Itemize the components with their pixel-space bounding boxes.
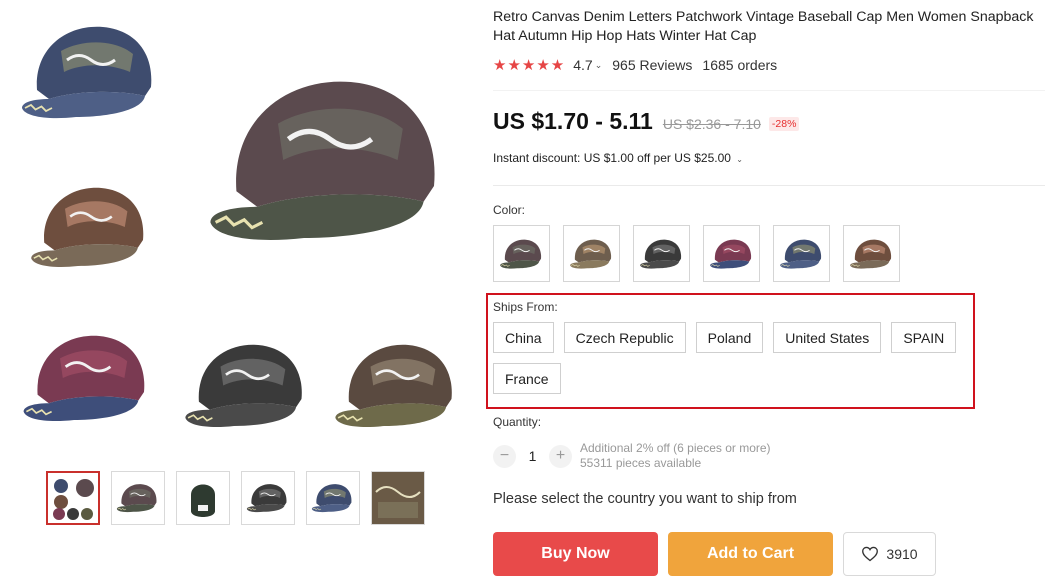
color-swatch-navy[interactable] [773, 225, 830, 282]
cap-swatch-icon [708, 235, 756, 273]
ship-option-spain[interactable]: SPAIN [891, 322, 957, 353]
ship-option-poland[interactable]: Poland [695, 322, 764, 353]
bulk-offer-text: Additional 2% off (6 pieces or more) [580, 441, 771, 455]
cap-back-icon [191, 484, 215, 517]
cap-image-wine [18, 318, 158, 438]
current-price: US $1.70 - 5.11 [493, 108, 653, 134]
ship-option-china[interactable]: China [493, 322, 554, 353]
ship-country-notice: Please select the country you want to sh… [493, 491, 797, 507]
color-swatch-wine[interactable] [703, 225, 760, 282]
cap-swatch-icon [778, 235, 826, 273]
ships-from-label: Ships From: [493, 300, 558, 314]
quantity-label: Quantity: [493, 415, 542, 429]
color-label: Color: [493, 203, 526, 217]
cap-swatch-icon [848, 235, 896, 273]
color-swatch-khaki[interactable] [563, 225, 620, 282]
divider [493, 185, 1045, 186]
quantity-value[interactable]: 1 [516, 448, 549, 464]
thumbnail-collage-icon [53, 479, 94, 520]
divider [493, 90, 1045, 91]
wishlist-button[interactable]: 3910 [843, 532, 936, 576]
color-swatch-coffee[interactable] [843, 225, 900, 282]
instant-discount-text: Instant discount: US $1.00 off per US $2… [493, 151, 731, 165]
buy-now-button[interactable]: Buy Now [493, 532, 658, 576]
ship-option-france[interactable]: France [493, 363, 561, 394]
thumbnail-3[interactable] [176, 471, 230, 525]
cap-closeup-icon [372, 472, 424, 524]
thumbnail-6[interactable] [371, 471, 425, 525]
cap-image-navy [16, 12, 166, 132]
color-swatch-black[interactable] [633, 225, 690, 282]
instant-discount[interactable]: Instant discount: US $1.00 off per US $2… [493, 151, 743, 165]
heart-icon [862, 546, 879, 562]
cap-swatch-icon [498, 235, 546, 273]
ship-option-united-states[interactable]: United States [773, 322, 882, 353]
cap-thumb-icon [115, 479, 161, 517]
cap-swatch-icon [638, 235, 686, 273]
original-price: US $2.36 - 7.10 [662, 116, 761, 132]
price-row: US $1.70 - 5.11 US $2.36 - 7.10 -28% [493, 108, 800, 135]
discount-badge: -28% [768, 117, 800, 131]
color-swatch-olive[interactable] [493, 225, 550, 282]
thumbnail-strip [46, 471, 425, 525]
cap-thumb-icon [310, 479, 356, 517]
chevron-down-icon[interactable]: ⌄ [595, 60, 603, 71]
quantity-decrease-button[interactable]: − [493, 444, 516, 468]
rating-stars: ★★★★★ [493, 57, 566, 74]
product-gallery [0, 0, 470, 585]
thumbnail-2[interactable] [111, 471, 165, 525]
wishlist-count: 3910 [886, 546, 918, 562]
rating-row: ★★★★★ 4.7 ⌄ 965 Reviews 1685 orders [493, 56, 777, 74]
rating-score[interactable]: 4.7 [573, 57, 592, 73]
ship-option-czech-republic[interactable]: Czech Republic [563, 322, 686, 353]
stock-available-text: 55311 pieces available [580, 456, 702, 470]
chevron-down-icon: ⌄ [736, 155, 743, 164]
reviews-link[interactable]: 965 Reviews [612, 57, 692, 73]
cap-image-olive [330, 328, 465, 443]
thumbnail-1[interactable] [46, 471, 100, 525]
thumbnail-5[interactable] [306, 471, 360, 525]
quantity-stepper: − 1 + Additional 2% off (6 pieces or mor… [493, 441, 771, 471]
quantity-info: Additional 2% off (6 pieces or more) 553… [580, 441, 771, 471]
orders-count: 1685 orders [702, 57, 778, 73]
thumbnail-4[interactable] [241, 471, 295, 525]
cap-image-main [200, 40, 460, 280]
cap-image-khaki [26, 172, 156, 282]
quantity-increase-button[interactable]: + [549, 444, 572, 468]
add-to-cart-button[interactable]: Add to Cart [668, 532, 833, 576]
cap-thumb-icon [245, 479, 291, 517]
cap-image-black [180, 328, 315, 443]
color-swatches [493, 225, 900, 282]
product-title: Retro Canvas Denim Letters Patchwork Vin… [493, 9, 1034, 44]
ships-from-options: China Czech Republic Poland United State… [493, 322, 973, 394]
cap-swatch-icon [568, 235, 616, 273]
